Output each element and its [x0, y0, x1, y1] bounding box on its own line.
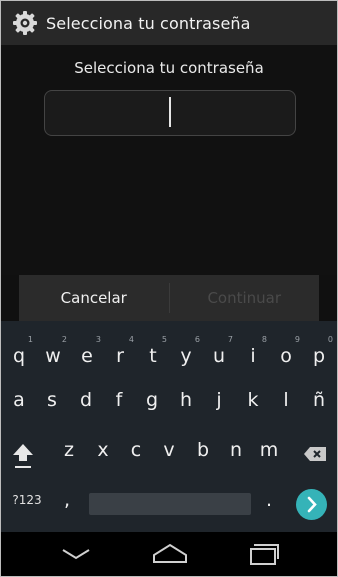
symbols-key[interactable]: ?123: [7, 493, 47, 517]
key-s[interactable]: s: [38, 389, 66, 419]
space-bar[interactable]: [89, 493, 251, 515]
password-field[interactable]: [44, 90, 296, 136]
key-hint: 7: [227, 335, 233, 344]
key-v[interactable]: v: [155, 439, 183, 469]
key-f[interactable]: f: [105, 389, 133, 419]
key-c[interactable]: c: [122, 439, 150, 469]
key-hint: 6: [194, 335, 200, 344]
backspace-icon[interactable]: [303, 446, 327, 462]
key-o[interactable]: 9o: [272, 335, 300, 371]
key-a[interactable]: a: [5, 389, 33, 419]
key-z[interactable]: z: [55, 439, 83, 469]
password-prompt: Selecciona tu contraseña: [74, 59, 264, 77]
window-title: Selecciona tu contraseña: [46, 13, 251, 33]
key-y[interactable]: 6y: [172, 335, 200, 371]
key-j[interactable]: j: [205, 389, 233, 419]
soft-keyboard: 1q 2w 3e 4r 5t 6y 7u 8i 9o 0p a s d f g …: [1, 321, 337, 532]
key-p[interactable]: 0p: [305, 335, 333, 371]
key-i[interactable]: 8i: [239, 335, 267, 371]
key-r[interactable]: 4r: [106, 335, 134, 371]
key-hint: 3: [95, 335, 101, 344]
home-icon[interactable]: [152, 542, 188, 564]
key-h[interactable]: h: [172, 389, 200, 419]
key-m[interactable]: m: [255, 439, 283, 469]
key-hint: 0: [327, 335, 333, 344]
title-bar: Selecciona tu contraseña: [1, 1, 337, 45]
keyboard-row-1: 1q 2w 3e 4r 5t 6y 7u 8i 9o 0p: [1, 327, 337, 377]
key-hint: 4: [128, 335, 134, 344]
dialog-button-bar: Cancelar Continuar: [19, 275, 319, 321]
navigation-bar: [1, 532, 337, 576]
text-cursor: [169, 97, 171, 127]
recents-icon[interactable]: [245, 542, 281, 566]
cancel-button[interactable]: Cancelar: [19, 275, 169, 321]
enter-button[interactable]: [296, 489, 327, 520]
keyboard-row-4: ?123 , .: [1, 479, 337, 529]
period-key[interactable]: .: [259, 489, 279, 519]
continue-button[interactable]: Continuar: [170, 275, 320, 321]
key-hint: 2: [61, 335, 67, 344]
key-hint: 9: [294, 335, 300, 344]
gear-icon: [13, 11, 37, 35]
key-t[interactable]: 5t: [139, 335, 167, 371]
key-u[interactable]: 7u: [205, 335, 233, 371]
key-n[interactable]: n: [222, 439, 250, 469]
keyboard-row-2: a s d f g h j k l ñ: [1, 379, 337, 429]
key-b[interactable]: b: [189, 439, 217, 469]
key-n-tilde[interactable]: ñ: [305, 389, 333, 419]
chevron-right-icon: [307, 496, 317, 513]
shift-icon[interactable]: [11, 441, 35, 471]
key-e[interactable]: 3e: [73, 335, 101, 371]
key-d[interactable]: d: [72, 389, 100, 419]
key-hint: 8: [261, 335, 267, 344]
dialog-content: Selecciona tu contraseña: [1, 45, 337, 275]
key-l[interactable]: l: [272, 389, 300, 419]
app-frame: Selecciona tu contraseña Selecciona tu c…: [0, 0, 338, 577]
key-x[interactable]: x: [89, 439, 117, 469]
back-icon[interactable]: [61, 546, 91, 562]
key-k[interactable]: k: [239, 389, 267, 419]
keyboard-row-3: z x c v b n m: [1, 429, 337, 479]
key-w[interactable]: 2w: [39, 335, 67, 371]
key-hint: 5: [161, 335, 167, 344]
key-q[interactable]: 1q: [5, 335, 33, 371]
comma-key[interactable]: ,: [57, 489, 77, 519]
key-hint: 1: [27, 335, 33, 344]
key-g[interactable]: g: [138, 389, 166, 419]
